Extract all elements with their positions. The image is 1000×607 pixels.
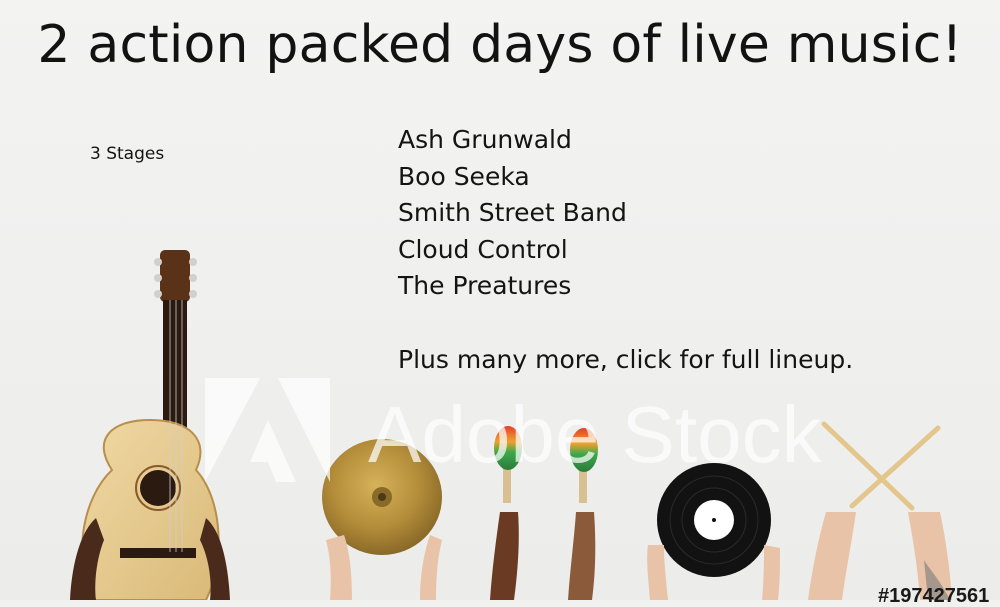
headline: 2 action packed days of live music! bbox=[37, 15, 963, 75]
lineup-item: Smith Street Band bbox=[398, 198, 627, 227]
vinyl-record-illustration bbox=[647, 463, 780, 600]
image-id-label: #197427561 bbox=[878, 585, 990, 607]
lineup-item: The Preatures bbox=[398, 271, 572, 300]
cymbal-illustration bbox=[322, 439, 442, 600]
drumsticks-illustration bbox=[808, 421, 952, 600]
poster: 2 action packed days of live music! 3 St… bbox=[0, 0, 1000, 607]
adobe-logo-watermark bbox=[205, 378, 330, 482]
lineup-list: Ash Grunwald Boo Seeka Smith Street Band… bbox=[398, 122, 627, 305]
lineup-item: Ash Grunwald bbox=[398, 125, 572, 154]
stages-note: 3 Stages bbox=[90, 144, 165, 164]
maracas-illustration bbox=[490, 426, 598, 600]
lineup-item: Cloud Control bbox=[398, 234, 568, 264]
full-lineup-link[interactable]: Plus many more, click for full lineup. bbox=[398, 342, 853, 378]
lineup-item: Boo Seeka bbox=[398, 161, 530, 191]
